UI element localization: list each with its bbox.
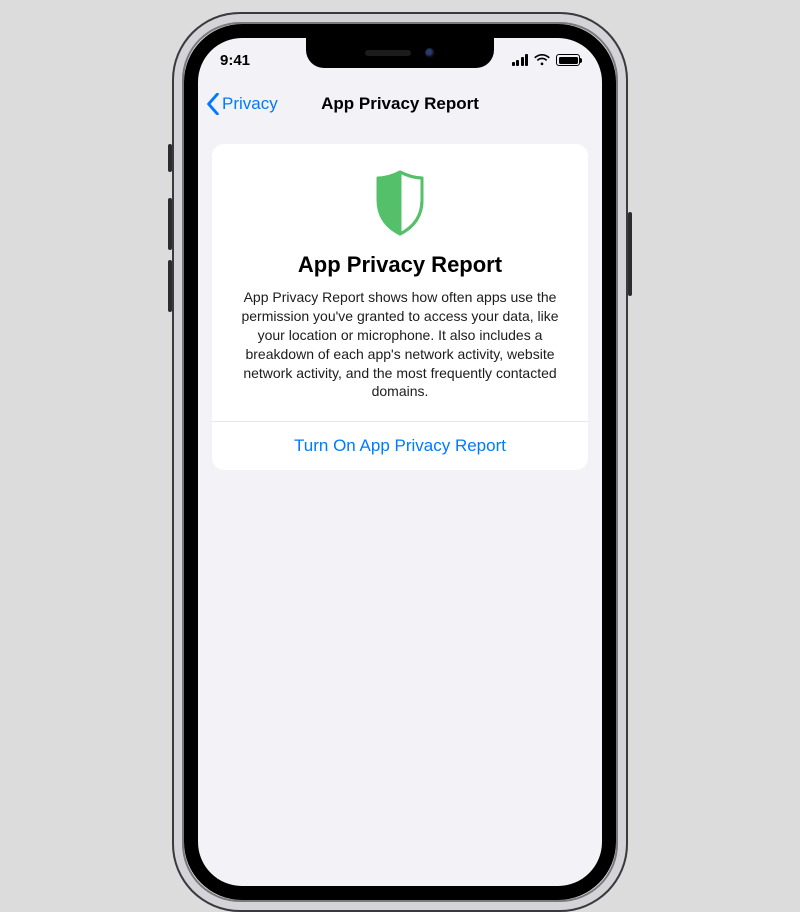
notch <box>306 38 494 68</box>
status-indicators <box>512 54 581 66</box>
info-card: App Privacy Report App Privacy Report sh… <box>212 144 588 470</box>
cellular-signal-icon <box>512 54 529 66</box>
back-button[interactable]: Privacy <box>206 82 278 126</box>
turn-on-button[interactable]: Turn On App Privacy Report <box>212 421 588 470</box>
battery-icon <box>556 54 580 66</box>
card-title: App Privacy Report <box>232 252 568 278</box>
silence-switch <box>168 144 172 172</box>
content-area: App Privacy Report App Privacy Report sh… <box>198 126 602 470</box>
power-button <box>628 212 632 296</box>
card-body: App Privacy Report App Privacy Report sh… <box>212 144 588 421</box>
back-label: Privacy <box>222 94 278 114</box>
nav-title: App Privacy Report <box>321 94 479 114</box>
navigation-bar: Privacy App Privacy Report <box>198 82 602 126</box>
earpiece-speaker <box>365 50 411 56</box>
card-description: App Privacy Report shows how often apps … <box>232 288 568 401</box>
status-time: 9:41 <box>220 52 290 69</box>
volume-down-button <box>168 260 172 312</box>
front-camera <box>425 48 435 58</box>
iphone-frame: 9:41 <box>172 12 628 912</box>
phone-bezel: 9:41 <box>184 24 616 900</box>
volume-up-button <box>168 198 172 250</box>
phone-screen: 9:41 <box>198 38 602 886</box>
shield-icon <box>232 170 568 236</box>
chevron-left-icon <box>206 93 220 115</box>
wifi-icon <box>534 54 550 66</box>
